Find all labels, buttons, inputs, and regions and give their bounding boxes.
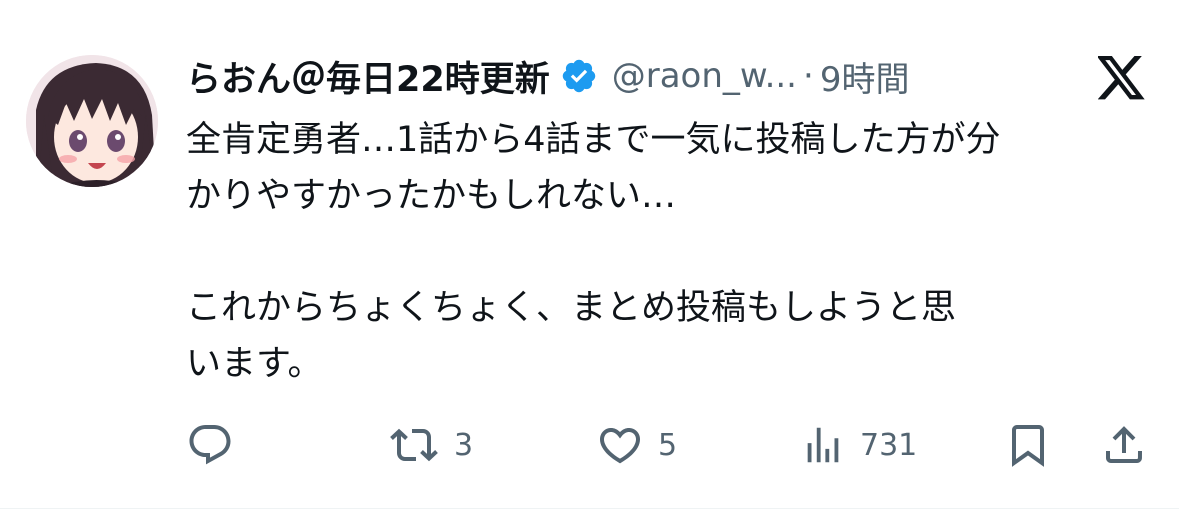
text-line: います。 <box>186 344 323 384</box>
user-handle[interactable]: @raon_w... <box>612 56 797 96</box>
heart-icon <box>599 428 641 464</box>
tweet-header: らおん＠毎日22時更新 @raon_w... · 9時間 <box>186 50 1086 102</box>
reply-icon <box>189 425 231 465</box>
share-button[interactable] <box>1100 420 1148 470</box>
text-line: 全肯定勇者…1話から4話まで一気に投稿した方が分 <box>186 120 1001 160</box>
divider <box>0 508 1179 509</box>
separator-dot: · <box>803 56 814 96</box>
share-icon <box>1106 426 1142 463</box>
avatar[interactable] <box>26 55 158 187</box>
retweet-button[interactable]: 3 <box>388 420 473 470</box>
bookmark-button[interactable] <box>1004 420 1052 470</box>
views-button[interactable]: 731 <box>800 420 917 470</box>
tweet-text: 全肯定勇者…1話から4話まで一気に投稿した方が分 かりやすかったかもしれない… … <box>186 112 1146 392</box>
timestamp[interactable]: 9時間 <box>820 52 910 101</box>
display-name[interactable]: らおん＠毎日22時更新 <box>186 51 550 102</box>
retweet-icon <box>390 428 438 462</box>
text-line: かりやすかったかもしれない… <box>186 176 677 216</box>
views-count: 731 <box>860 427 918 463</box>
tweet-paragraph-2: これからちょくちょく、まとめ投稿もしようと思 います。 <box>186 280 1146 392</box>
text-line: これからちょくちょく、まとめ投稿もしようと思 <box>186 288 957 328</box>
views-bar-chart-icon <box>807 427 839 463</box>
tweet-card[interactable]: らおん＠毎日22時更新 @raon_w... · 9時間 全肯定勇者…1話から4… <box>0 0 1179 513</box>
tweet-actions: 3 5 731 <box>0 420 1179 470</box>
retweet-count: 3 <box>454 427 474 463</box>
like-count: 5 <box>658 427 678 463</box>
like-button[interactable]: 5 <box>596 420 677 470</box>
verified-badge-icon <box>560 57 598 95</box>
bookmark-icon <box>1012 425 1044 467</box>
tweet-paragraph-1: 全肯定勇者…1話から4話まで一気に投稿した方が分 かりやすかったかもしれない… <box>186 112 1146 224</box>
reply-button[interactable] <box>186 420 248 470</box>
avatar-illustration <box>26 55 158 187</box>
x-logo-icon[interactable] <box>1096 55 1146 101</box>
